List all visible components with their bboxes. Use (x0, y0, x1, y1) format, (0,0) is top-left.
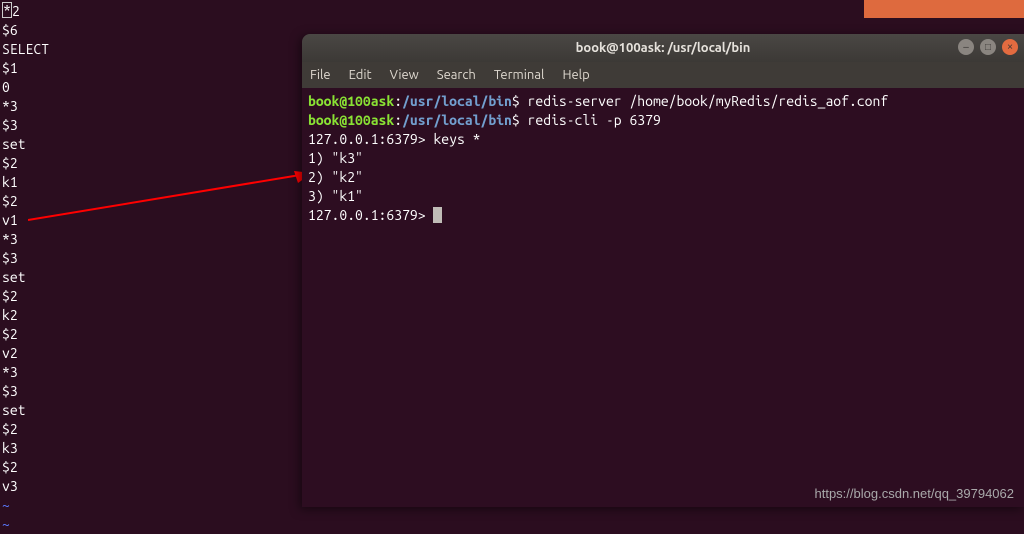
terminal-output: 2) "k2" (308, 168, 1018, 187)
menu-help[interactable]: Help (562, 68, 589, 82)
menu-file[interactable]: File (310, 68, 331, 82)
minimize-button[interactable]: – (958, 39, 974, 55)
terminal-body[interactable]: book@100ask:/usr/local/bin$ redis-server… (302, 88, 1024, 229)
menu-search[interactable]: Search (437, 68, 476, 82)
menu-edit[interactable]: Edit (349, 68, 372, 82)
terminal-output: 1) "k3" (308, 149, 1018, 168)
menu-terminal[interactable]: Terminal (494, 68, 545, 82)
window-titlebar[interactable]: book@100ask: /usr/local/bin – □ × (302, 34, 1024, 62)
vim-cursor: * (2, 2, 12, 18)
menu-view[interactable]: View (390, 68, 419, 82)
terminal-window: book@100ask: /usr/local/bin – □ × File E… (302, 34, 1024, 507)
window-controls: – □ × (958, 39, 1018, 55)
terminal-line: 127.0.0.1:6379> keys * (308, 130, 1018, 149)
terminal-line: book@100ask:/usr/local/bin$ redis-cli -p… (308, 111, 1018, 130)
terminal-output: 3) "k1" (308, 187, 1018, 206)
menu-bar: File Edit View Search Terminal Help (302, 62, 1024, 88)
terminal-line: book@100ask:/usr/local/bin$ redis-server… (308, 92, 1018, 111)
close-button[interactable]: × (1002, 39, 1018, 55)
terminal-line: 127.0.0.1:6379> (308, 206, 1018, 225)
watermark-text: https://blog.csdn.net/qq_39794062 (815, 486, 1015, 501)
window-title: book@100ask: /usr/local/bin (576, 41, 751, 55)
cursor-icon (433, 207, 442, 223)
maximize-button[interactable]: □ (980, 39, 996, 55)
